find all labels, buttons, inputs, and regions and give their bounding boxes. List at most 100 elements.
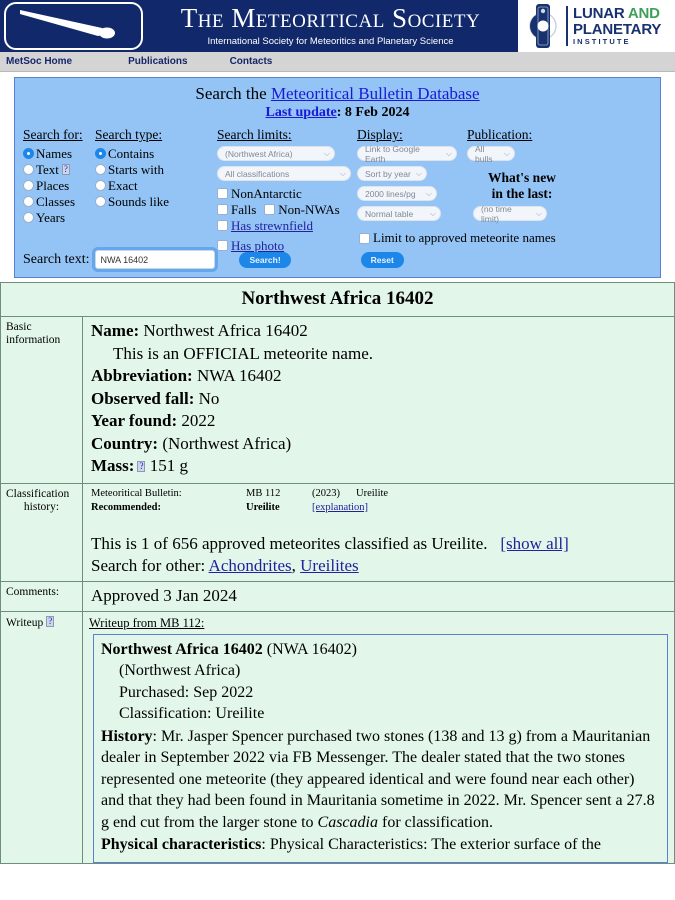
checkbox-falls[interactable] bbox=[217, 204, 228, 215]
lines-per-page-select[interactable]: 2000 lines/pg⌵ bbox=[357, 186, 437, 201]
writeup-heading-name: Northwest Africa 16402 bbox=[101, 641, 263, 658]
field-abbreviation-label: Abbreviation: bbox=[91, 366, 193, 385]
radio-row-sounds-like[interactable]: Sounds like bbox=[95, 194, 217, 209]
radio-sounds-like[interactable] bbox=[95, 196, 106, 207]
field-name-value: Northwest Africa 16402 bbox=[143, 321, 307, 340]
radio-label-names: Names bbox=[36, 146, 72, 161]
writeup-help-icon[interactable]: ? bbox=[46, 616, 54, 627]
radio-contains[interactable] bbox=[95, 148, 106, 159]
search-other-separator: , bbox=[292, 556, 301, 575]
field-observed-fall: Observed fall: No bbox=[91, 388, 669, 411]
radio-label-starts-with: Starts with bbox=[108, 162, 164, 177]
lpi-word-planetary: PLANETARY bbox=[573, 22, 661, 37]
checkbox-label-has-strewnfield[interactable]: Has strewnfield bbox=[231, 218, 313, 233]
lpi-logo[interactable]: LUNAR AND PLANETARY INSTITUTE bbox=[518, 0, 675, 52]
radio-row-text[interactable]: Text? bbox=[23, 162, 95, 177]
bulletin-select[interactable]: All bulls ⌵ bbox=[467, 146, 515, 161]
writeup-physical-text: : Physical Characteristics: The exterior… bbox=[261, 836, 601, 853]
checkbox-row-has-strewnfield[interactable]: Has strewnfield bbox=[217, 218, 357, 233]
map-link-select[interactable]: Link to Google Earth⌵ bbox=[357, 146, 457, 161]
radio-label-years: Years bbox=[36, 210, 65, 225]
radio-years[interactable] bbox=[23, 212, 34, 223]
bulletin-select-value: All bulls bbox=[475, 144, 499, 164]
writeup-history-label: History bbox=[101, 728, 153, 745]
search-type-heading: Search type: bbox=[95, 127, 217, 143]
field-country-label: Country: bbox=[91, 434, 158, 453]
radio-row-classes[interactable]: Classes bbox=[23, 194, 95, 209]
classification-history-body: Meteoritical Bulletin: MB 112 (2023) Ure… bbox=[83, 483, 675, 581]
checkbox-limit-approved[interactable] bbox=[359, 233, 370, 244]
field-year-found: Year found: 2022 bbox=[91, 410, 669, 433]
field-name: Name: Northwest Africa 16402 bbox=[91, 320, 669, 343]
writeup-body: Writeup from MB 112: Northwest Africa 16… bbox=[83, 611, 675, 863]
writeup-classification: Classification: Ureilite bbox=[101, 703, 660, 725]
radio-starts-with[interactable] bbox=[95, 164, 106, 175]
time-limit-select-value: (no time limit) bbox=[481, 204, 531, 224]
ureilites-link[interactable]: Ureilites bbox=[300, 556, 359, 575]
last-update-line: Last update: 8 Feb 2024 bbox=[23, 105, 652, 121]
limit-approved-row[interactable]: Limit to approved meteorite names bbox=[359, 230, 652, 246]
search-limits-heading: Search limits: bbox=[217, 127, 357, 143]
checkbox-label-nonantarctic: NonAntarctic bbox=[231, 186, 302, 201]
radio-row-exact[interactable]: Exact bbox=[95, 178, 217, 193]
classification-summary-text: This is 1 of 656 approved meteorites cla… bbox=[91, 534, 488, 553]
record-title: Northwest Africa 16402 bbox=[1, 283, 675, 317]
checkbox-has-strewnfield[interactable] bbox=[217, 220, 228, 231]
radio-exact[interactable] bbox=[95, 180, 106, 191]
nav-item-contacts[interactable]: Contacts bbox=[230, 56, 273, 67]
checkbox-row-falls-nonnwas[interactable]: Falls Non-NWAs bbox=[217, 202, 357, 217]
radio-names[interactable] bbox=[23, 148, 34, 159]
lpi-word-lunar: LUNAR bbox=[573, 5, 628, 22]
checkbox-has-photo[interactable] bbox=[217, 240, 228, 251]
reset-button[interactable]: Reset bbox=[361, 252, 404, 268]
row-label-classification-history: Classification history: bbox=[1, 483, 83, 581]
whats-new-label: What's new in the last: bbox=[467, 170, 577, 202]
classification-bulletin-row: Meteoritical Bulletin: MB 112 (2023) Ure… bbox=[91, 487, 669, 515]
bulletin-line: Meteoritical Bulletin: MB 112 (2023) Ure… bbox=[91, 487, 669, 501]
nav-item-publications[interactable]: Publications bbox=[128, 56, 187, 67]
show-all-link[interactable]: [show all] bbox=[500, 534, 568, 553]
classification-select[interactable]: All classifications⌵ bbox=[217, 166, 351, 181]
chevron-down-icon: ⌵ bbox=[504, 149, 510, 159]
bulletin-value: MB 112 bbox=[246, 487, 312, 501]
whats-new-line2: in the last: bbox=[467, 186, 577, 202]
search-panel: Search the Meteoritical Bulletin Databas… bbox=[14, 77, 661, 278]
writeup-history-text-2: for classification. bbox=[378, 814, 493, 831]
achondrites-link[interactable]: Achondrites bbox=[209, 556, 292, 575]
radio-row-starts-with[interactable]: Starts with bbox=[95, 162, 217, 177]
mass-help-icon[interactable]: ? bbox=[137, 461, 145, 472]
time-limit-select[interactable]: (no time limit)⌵ bbox=[473, 206, 547, 221]
radio-text[interactable] bbox=[23, 164, 34, 175]
radio-row-names[interactable]: Names bbox=[23, 146, 95, 161]
meteoritical-bulletin-database-link[interactable]: Meteoritical Bulletin Database bbox=[271, 84, 480, 103]
radio-classes[interactable] bbox=[23, 196, 34, 207]
radio-row-years[interactable]: Years bbox=[23, 210, 95, 225]
checkbox-row-nonantarctic[interactable]: NonAntarctic bbox=[217, 186, 357, 201]
writeup-source-link[interactable]: Writeup from MB 112: bbox=[89, 616, 670, 631]
table-format-select[interactable]: Normal table⌵ bbox=[357, 206, 441, 221]
last-update-value: : 8 Feb 2024 bbox=[337, 105, 410, 120]
field-year-found-label: Year found: bbox=[91, 411, 177, 430]
search-title-prefix: Search the bbox=[195, 84, 271, 103]
explanation-link[interactable]: [explanation] bbox=[312, 501, 368, 515]
checkbox-nonantarctic[interactable] bbox=[217, 188, 228, 199]
chevron-down-icon: ⌵ bbox=[324, 149, 330, 159]
sort-select[interactable]: Sort by year⌵ bbox=[357, 166, 427, 181]
search-for-column: Search for: Names Text? Places Classes Y… bbox=[23, 127, 95, 254]
search-button[interactable]: Search! bbox=[239, 252, 290, 268]
region-select[interactable]: (Northwest Africa)⌵ bbox=[217, 146, 335, 161]
text-help-icon[interactable]: ? bbox=[62, 164, 70, 175]
field-name-label: Name: bbox=[91, 321, 139, 340]
search-input[interactable]: NWA 16402 bbox=[95, 250, 215, 269]
table-row-writeup: Writeup? Writeup from MB 112: Northwest … bbox=[1, 611, 675, 863]
nav-item-metsoc-home[interactable]: MetSoc Home bbox=[6, 56, 72, 67]
radio-places[interactable] bbox=[23, 180, 34, 191]
checkbox-row-has-photo[interactable]: Has photo bbox=[217, 238, 357, 253]
search-limits-column: Search limits: (Northwest Africa)⌵ All c… bbox=[217, 127, 357, 254]
radio-row-places[interactable]: Places bbox=[23, 178, 95, 193]
last-update-link[interactable]: Last update bbox=[266, 105, 337, 120]
checkbox-non-nwas[interactable] bbox=[264, 204, 275, 215]
lpi-wordmark: LUNAR AND PLANETARY INSTITUTE bbox=[573, 6, 661, 45]
publication-heading: Publication: bbox=[467, 127, 577, 143]
radio-row-contains[interactable]: Contains bbox=[95, 146, 217, 161]
